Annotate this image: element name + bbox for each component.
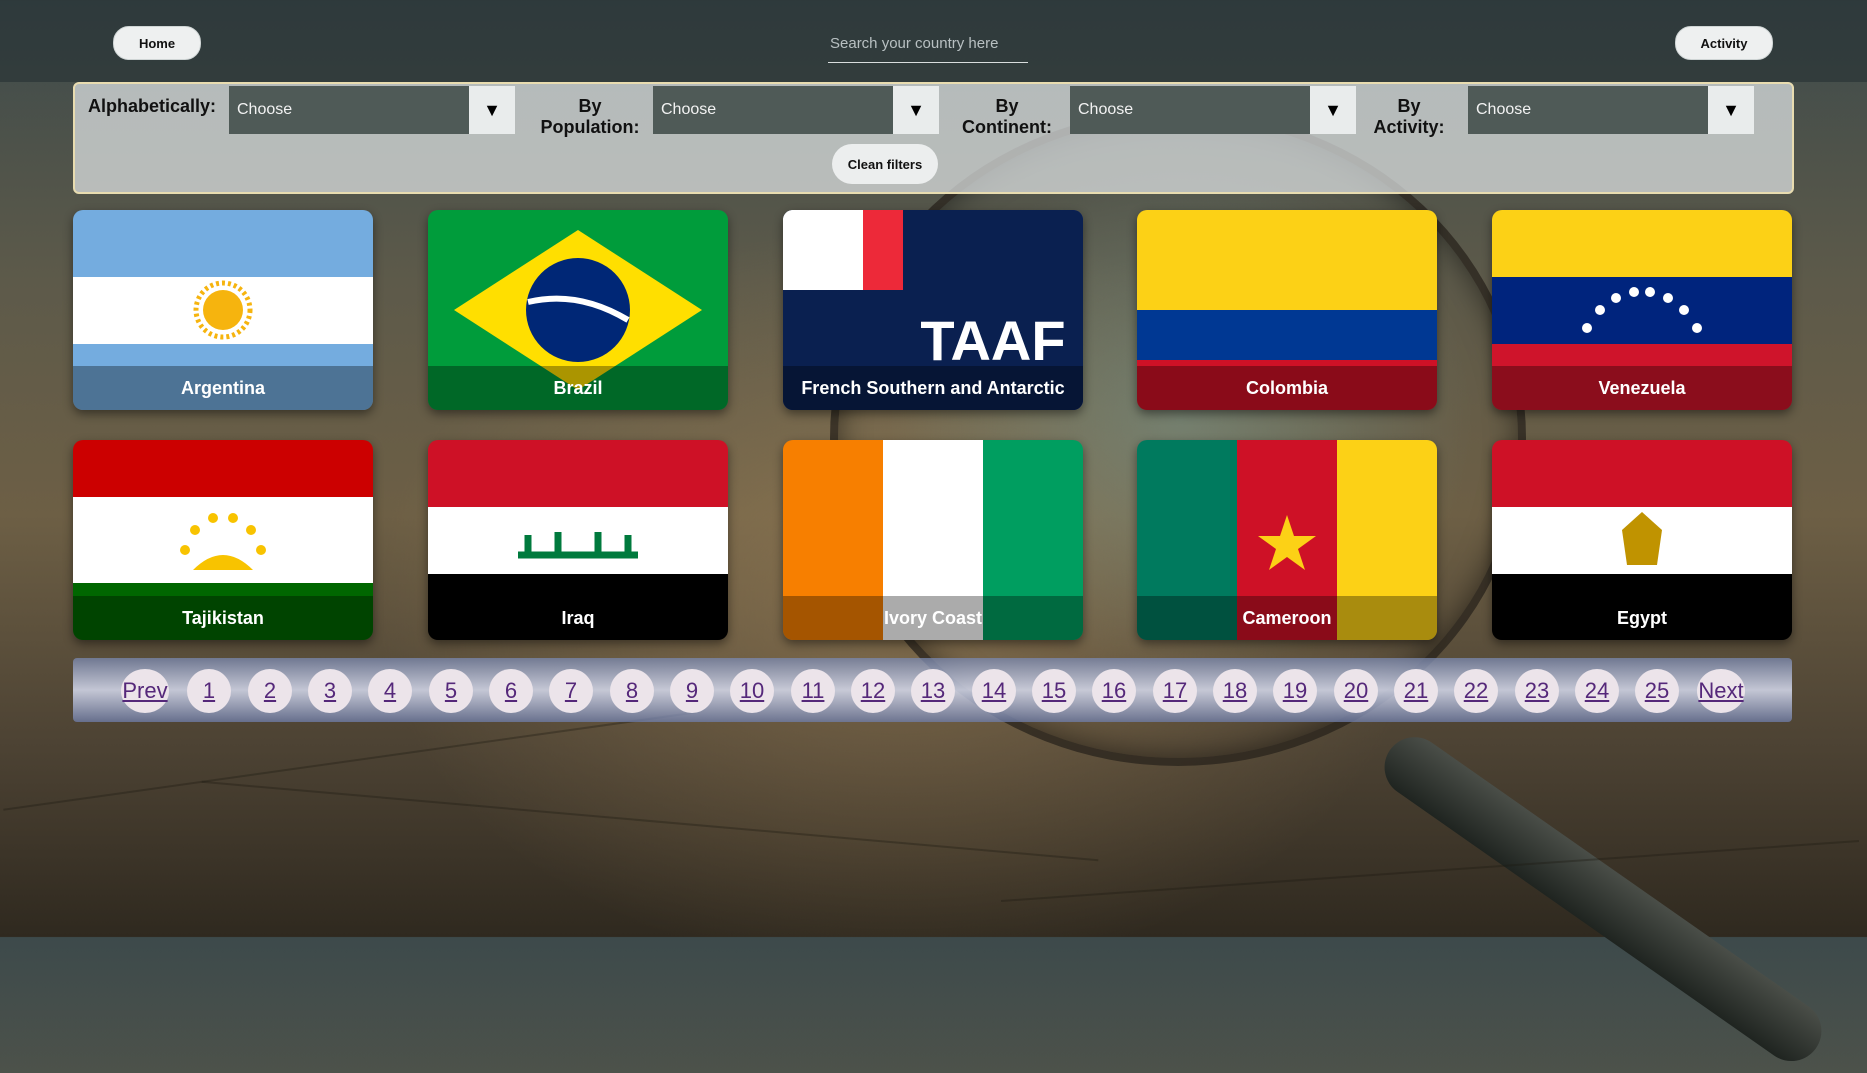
- page-button[interactable]: 23: [1515, 669, 1559, 713]
- home-button[interactable]: Home: [113, 26, 201, 60]
- country-name: Colombia: [1137, 366, 1437, 410]
- prev-page-button[interactable]: Prev: [121, 669, 169, 713]
- filter-population-label: By Population:: [527, 96, 653, 138]
- page-button[interactable]: 12: [851, 669, 895, 713]
- select-value: Choose: [1078, 101, 1134, 118]
- page-button[interactable]: 10: [730, 669, 774, 713]
- page-button[interactable]: 17: [1153, 669, 1197, 713]
- page-button[interactable]: 5: [429, 669, 473, 713]
- population-select[interactable]: Choose ▼: [653, 86, 939, 134]
- page-button[interactable]: 6: [489, 669, 533, 713]
- country-name: Argentina: [73, 366, 373, 410]
- triangle-down-icon: ▼: [469, 86, 515, 134]
- country-card[interactable]: Egypt: [1492, 440, 1792, 640]
- background-map-line: [201, 780, 1099, 862]
- filter-label-line: By: [995, 96, 1019, 116]
- filter-activity-label: By Activity:: [1363, 96, 1455, 138]
- page-button[interactable]: 19: [1273, 669, 1317, 713]
- page-button[interactable]: 21: [1394, 669, 1438, 713]
- country-name: Cameroon: [1137, 596, 1437, 640]
- filter-continent-label: By Continent:: [951, 96, 1063, 138]
- filter-label-line: Continent:: [962, 117, 1052, 137]
- page-button[interactable]: 13: [911, 669, 955, 713]
- top-bar: Home Activity: [0, 0, 1867, 82]
- page-button[interactable]: 15: [1032, 669, 1076, 713]
- search-input[interactable]: [828, 24, 1028, 63]
- country-name: Tajikistan: [73, 596, 373, 640]
- page-button[interactable]: 8: [610, 669, 654, 713]
- filter-label-line: Alphabetically:: [87, 96, 217, 116]
- select-value: Choose: [237, 101, 293, 118]
- country-name: Brazil: [428, 366, 728, 410]
- filter-alphabetically-label: Alphabetically:: [85, 96, 219, 117]
- svg-text:TAAF: TAAF: [920, 309, 1065, 372]
- page-button[interactable]: 11: [791, 669, 835, 713]
- page-button[interactable]: 1: [187, 669, 231, 713]
- page-button[interactable]: 7: [549, 669, 593, 713]
- filter-label-line: Activity:: [1373, 117, 1445, 137]
- page-button[interactable]: 16: [1092, 669, 1136, 713]
- select-value: Choose: [661, 101, 717, 118]
- country-card[interactable]: Brazil: [428, 210, 728, 410]
- page-button[interactable]: 18: [1213, 669, 1257, 713]
- country-card[interactable]: Cameroon: [1137, 440, 1437, 640]
- background-magnifier-handle: [1372, 725, 1834, 1073]
- next-page-button[interactable]: Next: [1697, 669, 1745, 713]
- page-button[interactable]: 4: [368, 669, 412, 713]
- alphabetically-select[interactable]: Choose ▼: [229, 86, 515, 134]
- filter-label-line: By: [1397, 96, 1421, 116]
- triangle-down-icon: ▼: [893, 86, 939, 134]
- country-card[interactable]: Ivory Coast: [783, 440, 1083, 640]
- country-name: Venezuela: [1492, 366, 1792, 410]
- page-button[interactable]: 25: [1635, 669, 1679, 713]
- page-button[interactable]: 9: [670, 669, 714, 713]
- filter-label-line: Population:: [540, 117, 640, 137]
- country-name: French Southern and Antarctic: [783, 366, 1083, 410]
- country-card[interactable]: Tajikistan: [73, 440, 373, 640]
- page-button[interactable]: 20: [1334, 669, 1378, 713]
- activity-select[interactable]: Choose ▼: [1468, 86, 1754, 134]
- triangle-down-icon: ▼: [1708, 86, 1754, 134]
- page-button[interactable]: 22: [1454, 669, 1498, 713]
- country-card[interactable]: Iraq: [428, 440, 728, 640]
- country-name: Egypt: [1492, 596, 1792, 640]
- background-map-line: [1000, 840, 1860, 902]
- select-value: Choose: [1476, 101, 1532, 118]
- page-button[interactable]: 3: [308, 669, 352, 713]
- continent-select[interactable]: Choose ▼: [1070, 86, 1356, 134]
- page-button[interactable]: 2: [248, 669, 292, 713]
- clean-filters-button[interactable]: Clean filters: [832, 144, 938, 184]
- triangle-down-icon: ▼: [1310, 86, 1356, 134]
- filter-label-line: By: [578, 96, 602, 116]
- activity-button[interactable]: Activity: [1675, 26, 1773, 60]
- page-button[interactable]: 14: [972, 669, 1016, 713]
- country-name: Ivory Coast: [783, 596, 1083, 640]
- country-card[interactable]: Colombia: [1137, 210, 1437, 410]
- filter-panel: Alphabetically: Choose ▼ By Population: …: [73, 82, 1794, 194]
- country-card[interactable]: TAAF French Southern and Antarctic: [783, 210, 1083, 410]
- country-card[interactable]: Venezuela: [1492, 210, 1792, 410]
- page-button[interactable]: 24: [1575, 669, 1619, 713]
- pagination-bar: Prev 1 2 3 4 5 6 7 8 9 10 11 12 13 14 15…: [73, 658, 1792, 722]
- country-name: Iraq: [428, 596, 728, 640]
- country-card[interactable]: Argentina: [73, 210, 373, 410]
